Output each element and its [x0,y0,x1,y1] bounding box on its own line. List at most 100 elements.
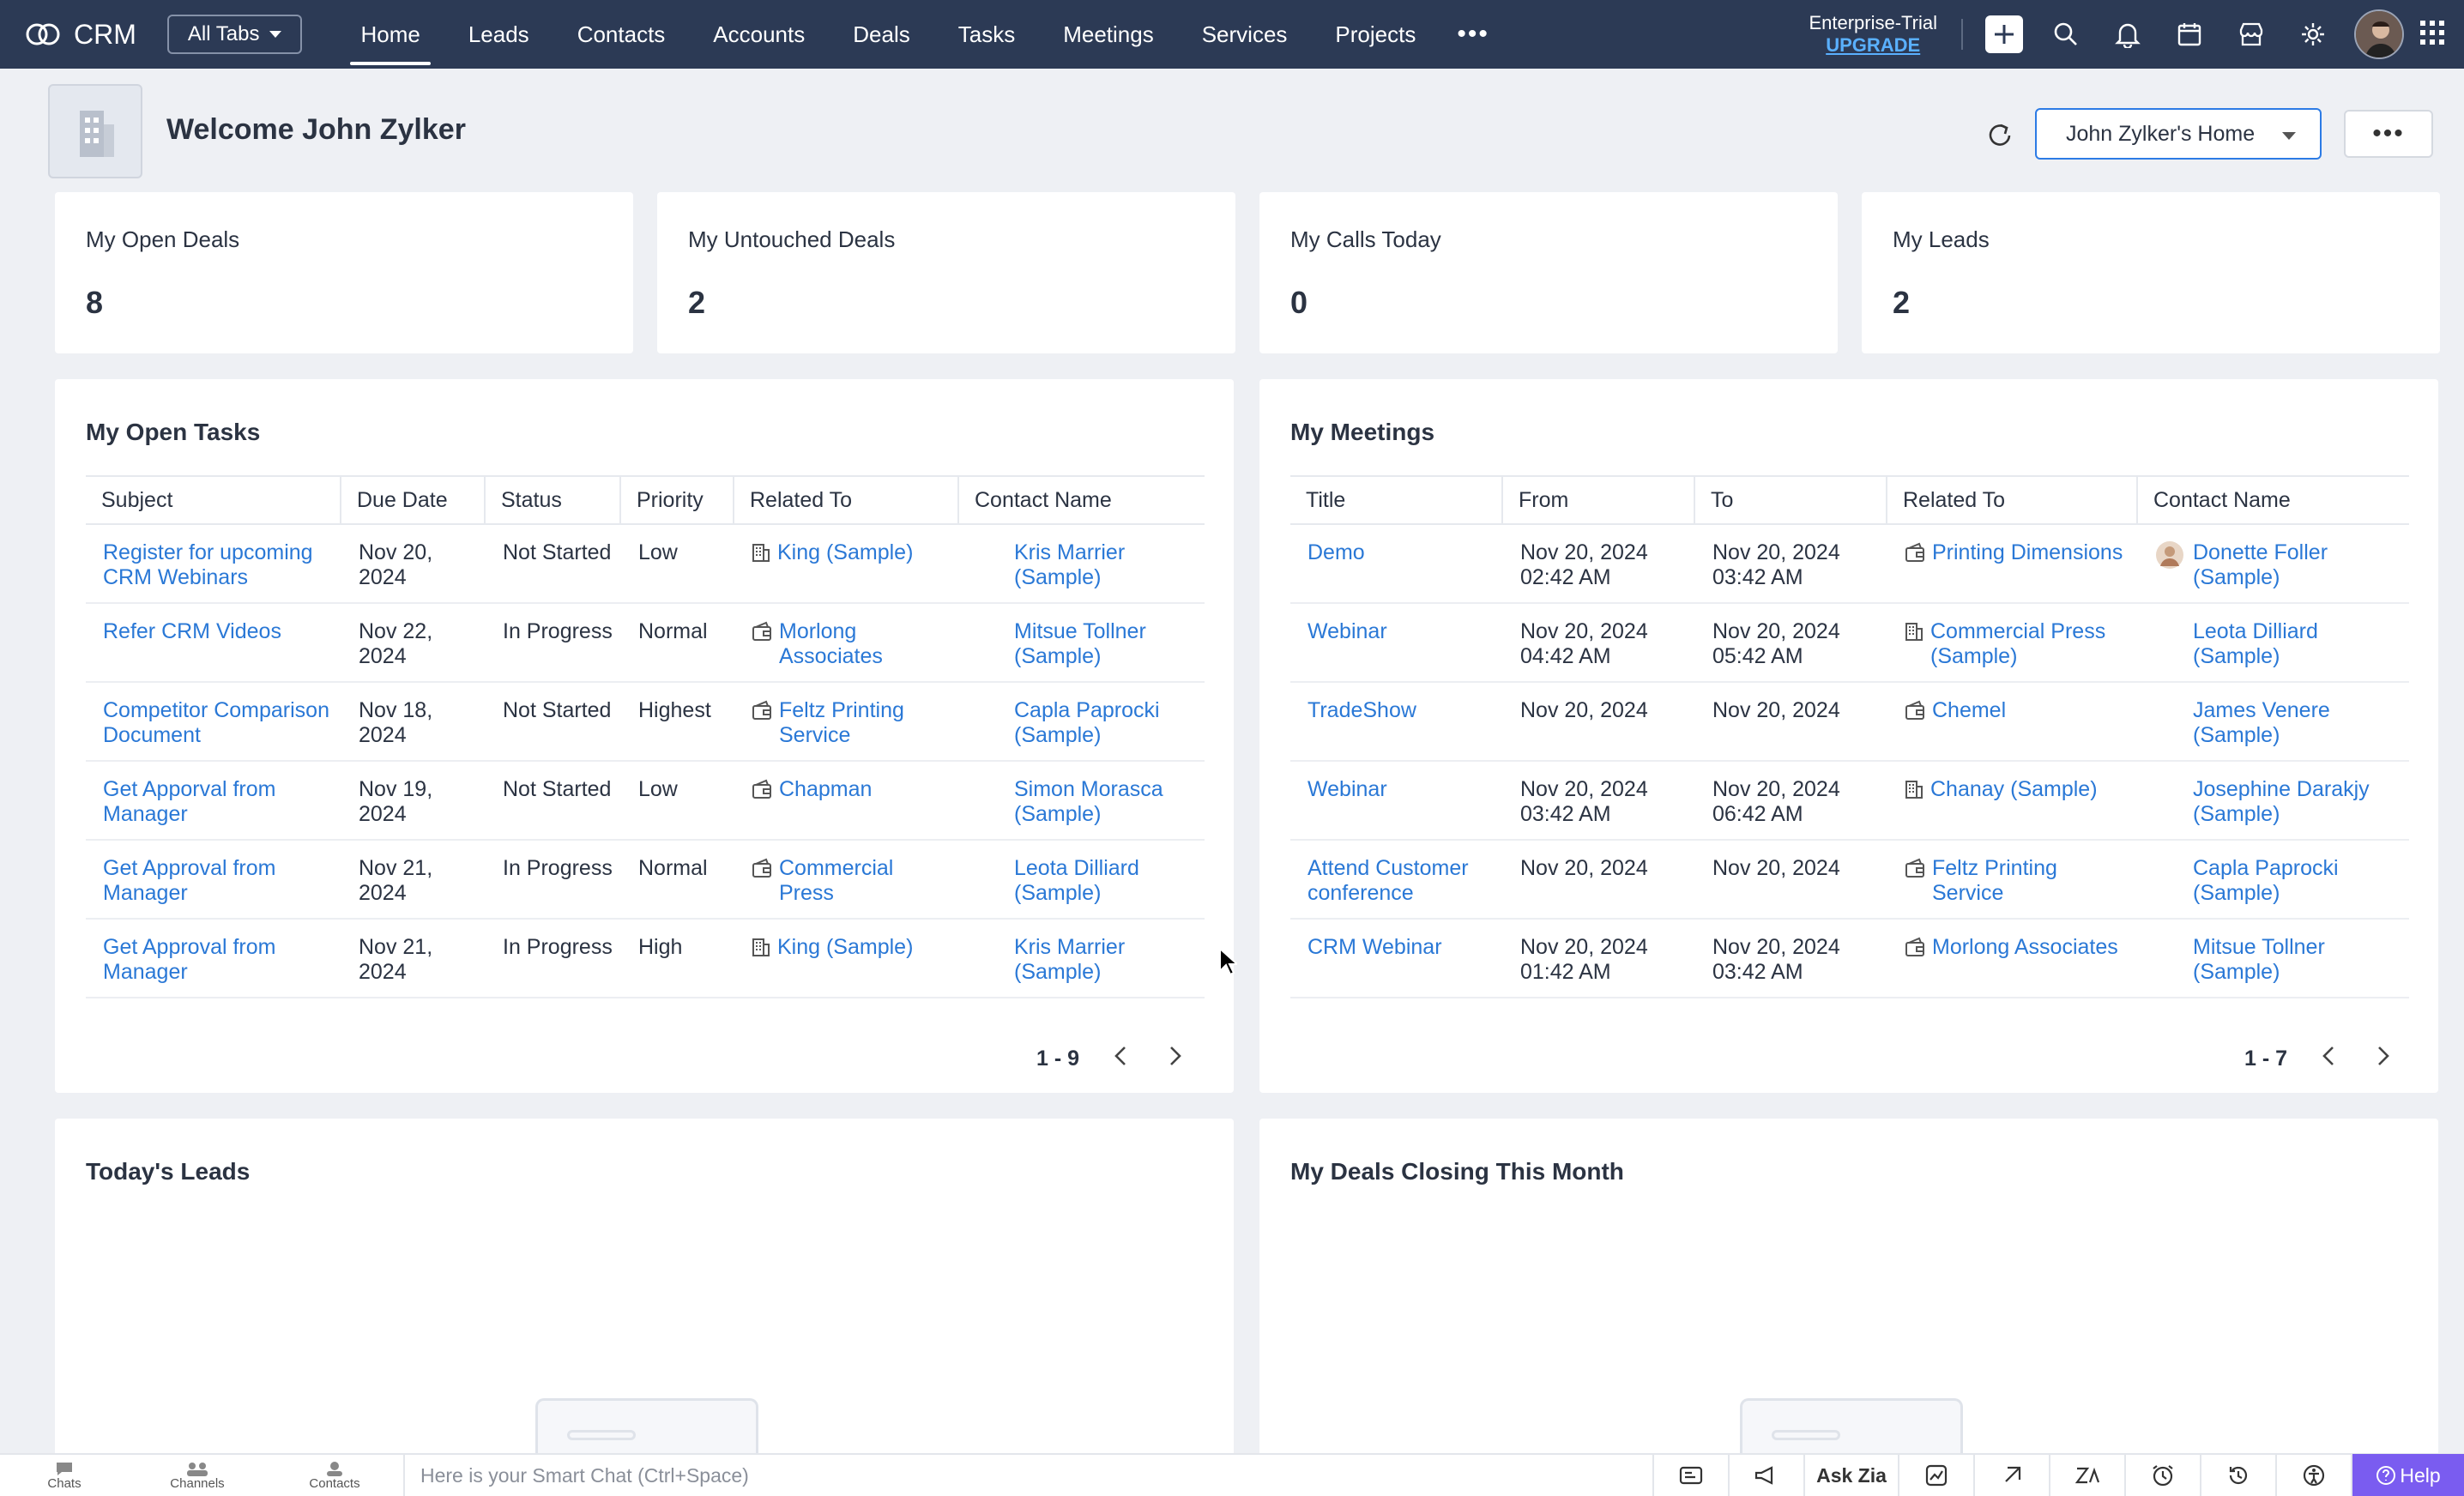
column-header[interactable]: Subject [86,477,341,523]
contact-name-link[interactable]: Capla Paprocki (Sample) [2193,856,2402,906]
search-button[interactable] [2035,0,2097,69]
tab-contacts[interactable]: Contacts [553,0,690,69]
tab-deals[interactable]: Deals [829,0,933,69]
column-header[interactable]: Contact Name [959,477,1201,523]
contact-name-link[interactable]: Leota Dilliard (Sample) [1014,856,1194,906]
task-subject-link[interactable]: Get Approval from Manager [103,935,275,984]
column-header[interactable]: From [1503,477,1695,523]
refresh-button[interactable] [1985,118,2014,154]
ask-zia-button[interactable]: Ask Zia [1805,1454,1899,1496]
tab-meetings[interactable]: Meetings [1039,0,1178,69]
related-to-link[interactable]: Printing Dimensions [1932,540,2123,569]
meeting-title-link[interactable]: Demo [1307,540,1365,564]
reminders-button[interactable] [2126,1454,2201,1496]
kpi-card[interactable]: My Leads 2 [1862,192,2440,353]
tab-projects[interactable]: Projects [1311,0,1440,69]
contact-name-link[interactable]: Kris Marrier (Sample) [1014,935,1194,985]
kpi-card[interactable]: My Calls Today 0 [1259,192,1838,353]
history-button[interactable] [2201,1454,2277,1496]
tab-accounts[interactable]: Accounts [689,0,829,69]
chevron-right-icon[interactable] [2376,1045,2390,1073]
table-row[interactable]: Attend Customer conference Nov 20, 2024 No… [1290,841,2409,920]
table-row[interactable]: CRM Webinar Nov 20, 2024 01:42 AM Nov 20, … [1290,920,2409,998]
related-to-link[interactable]: Commercial Press [779,856,952,906]
related-to-link[interactable]: King (Sample) [777,935,913,963]
smart-chat-input[interactable]: Here is your Smart Chat (Ctrl+Space) [403,1454,1654,1496]
meeting-title-link[interactable]: Webinar [1307,777,1387,801]
related-to-link[interactable]: Chemel [1932,698,2006,727]
analytics-button[interactable] [1899,1454,1975,1496]
contacts-button[interactable]: Contacts [266,1454,403,1496]
table-row[interactable]: Refer CRM Videos Nov 22, 2024 In Progress N… [86,604,1205,683]
channels-button[interactable]: Channels [129,1454,266,1496]
column-header[interactable]: Contact Name [2138,477,2409,523]
table-row[interactable]: TradeShow Nov 20, 2024 Nov 20, 2024 Chemel J… [1290,683,2409,762]
related-to-link[interactable]: Morlong Associates [779,619,952,669]
contact-name-link[interactable]: Mitsue Tollner (Sample) [1014,619,1194,669]
user-avatar[interactable] [2354,9,2404,59]
create-new-button[interactable] [1985,15,2023,53]
records-button[interactable] [1654,1454,1730,1496]
task-subject-link[interactable]: Competitor Comparison Document [103,698,329,747]
kpi-card[interactable]: My Open Deals 8 [55,192,633,353]
contact-name-link[interactable]: Kris Marrier (Sample) [1014,540,1194,590]
meeting-title-link[interactable]: Webinar [1307,619,1387,643]
tab-services[interactable]: Services [1178,0,1312,69]
chevron-right-icon[interactable] [1169,1045,1182,1073]
table-row[interactable]: Get Approval from Manager Nov 21, 2024 In … [86,920,1205,998]
table-body[interactable]: Register for upcoming CRM Webinars Nov 20… [86,525,1205,1036]
table-row[interactable]: Webinar Nov 20, 2024 04:42 AM Nov 20, 2024… [1290,604,2409,683]
column-header[interactable]: Status [486,477,621,523]
home-view-select[interactable]: John Zylker's Home [2035,108,2322,160]
contact-name-link[interactable]: Leota Dilliard (Sample) [2193,619,2402,669]
meeting-title-link[interactable]: CRM Webinar [1307,935,1442,959]
related-to-link[interactable]: Feltz Printing Service [779,698,952,748]
task-subject-link[interactable]: Refer CRM Videos [103,619,281,643]
task-subject-link[interactable]: Get Approval from Manager [103,856,275,905]
column-header[interactable]: Priority [621,477,734,523]
notifications-button[interactable] [2097,0,2159,69]
tab-home[interactable]: Home [336,0,444,69]
settings-button[interactable] [2282,0,2344,69]
table-row[interactable]: Get Approval from Manager Nov 21, 2024 In … [86,841,1205,920]
tab-tasks[interactable]: Tasks [934,0,1039,69]
table-row[interactable]: Webinar Nov 20, 2024 03:42 AM Nov 20, 2024… [1290,762,2409,841]
tab-leads[interactable]: Leads [444,0,553,69]
more-tabs-icon[interactable]: ••• [1440,20,1507,49]
chats-button[interactable]: Chats [0,1454,129,1496]
related-to-link[interactable]: King (Sample) [777,540,913,569]
calendar-button[interactable] [2159,0,2220,69]
table-body[interactable]: Demo Nov 20, 2024 02:42 AM Nov 20, 2024 03… [1290,525,2409,1040]
contact-name-link[interactable]: Capla Paprocki (Sample) [1014,698,1194,748]
contact-name-link[interactable]: Donette Foller (Sample) [2193,540,2402,590]
translate-button[interactable] [2050,1454,2126,1496]
help-button[interactable]: Help [2352,1454,2464,1496]
related-to-link[interactable]: Commercial Press (Sample) [1930,619,2131,669]
column-header[interactable]: Related To [734,477,959,523]
chevron-left-icon[interactable] [2322,1045,2335,1073]
accessibility-button[interactable] [2277,1454,2352,1496]
contact-name-link[interactable]: Simon Morasca (Sample) [1014,777,1194,827]
chevron-left-icon[interactable] [1114,1045,1127,1073]
column-header[interactable]: Title [1290,477,1503,523]
column-header[interactable]: Due Date [341,477,486,523]
all-tabs-dropdown[interactable]: All Tabs [166,15,303,54]
related-to-link[interactable]: Chapman [779,777,872,805]
share-button[interactable] [1975,1454,2050,1496]
contact-name-link[interactable]: James Venere (Sample) [2193,698,2402,748]
column-header[interactable]: To [1695,477,1887,523]
related-to-link[interactable]: Feltz Printing Service [1932,856,2131,906]
related-to-link[interactable]: Chanay (Sample) [1930,777,2098,805]
task-subject-link[interactable]: Register for upcoming CRM Webinars [103,540,313,589]
table-row[interactable]: Register for upcoming CRM Webinars Nov 20… [86,525,1205,604]
table-row[interactable]: Competitor Comparison Document Nov 18, 20… [86,683,1205,762]
table-row[interactable]: Get Apporval from Manager Nov 19, 2024 Not… [86,762,1205,841]
meeting-title-link[interactable]: Attend Customer conference [1307,856,1469,905]
kpi-card[interactable]: My Untouched Deals 2 [657,192,1235,353]
upgrade-link[interactable]: UPGRADE [1809,34,1937,57]
meeting-title-link[interactable]: TradeShow [1307,698,1416,722]
contact-name-link[interactable]: Josephine Darakjy (Sample) [2193,777,2402,827]
contact-name-link[interactable]: Mitsue Tollner (Sample) [2193,935,2402,985]
task-subject-link[interactable]: Get Apporval from Manager [103,777,275,826]
marketplace-button[interactable] [2220,0,2282,69]
